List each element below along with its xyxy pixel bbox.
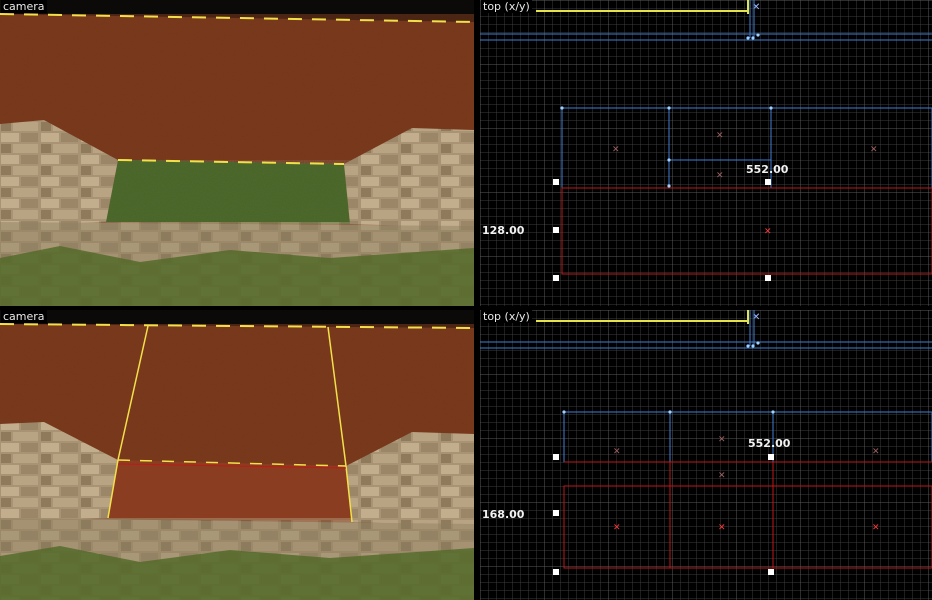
svg-text:✕: ✕ [870, 145, 878, 155]
viewport-label: camera [1, 310, 47, 323]
viewport-label: top (x/y) [481, 310, 532, 323]
viewport-splitter-vertical[interactable] [474, 0, 480, 600]
svg-text:✕: ✕ [613, 447, 621, 457]
dimension-height-label: 128.00 [482, 224, 525, 237]
dimension-width-label: 552.00 [748, 437, 791, 450]
handle [553, 510, 559, 516]
svg-text:✕: ✕ [718, 435, 726, 445]
svg-text:✕: ✕ [872, 523, 880, 533]
svg-text:✕: ✕ [612, 145, 620, 155]
viewport-label: top (x/y) [481, 0, 532, 13]
svg-text:✕: ✕ [752, 312, 760, 323]
viewport-splitter-horizontal[interactable] [0, 306, 932, 310]
svg-text:✕: ✕ [718, 523, 726, 533]
camera-viewport-2[interactable]: camera [0, 310, 474, 600]
handle [553, 454, 559, 460]
svg-text:✕: ✕ [613, 523, 621, 533]
svg-text:✕: ✕ [872, 447, 880, 457]
raised-patch [108, 460, 352, 522]
top-viewport-1[interactable]: top (x/y) ✕ ✕ ✕ ✕ ✕ ✕ 552.00 128.00 [480, 0, 932, 306]
moss [0, 546, 474, 600]
svg-text:✕: ✕ [716, 171, 724, 181]
camera-scene-2 [0, 323, 474, 600]
svg-text:✕: ✕ [718, 471, 726, 481]
moss [0, 246, 474, 306]
handle [553, 569, 559, 575]
handle [768, 454, 774, 460]
camera-viewport-1[interactable]: camera [0, 0, 474, 306]
camera-scene-1 [0, 13, 474, 306]
handle [553, 179, 559, 185]
dimension-width-label: 552.00 [746, 163, 789, 176]
handle [765, 275, 771, 281]
svg-text:✕: ✕ [764, 227, 772, 237]
handle [553, 227, 559, 233]
viewport-label: camera [1, 0, 47, 13]
handle [768, 569, 774, 575]
top-grid-1: ✕ ✕ ✕ ✕ ✕ ✕ 552.00 128.00 [480, 0, 932, 306]
svg-text:✕: ✕ [716, 131, 724, 141]
handle [765, 179, 771, 185]
dimension-height-label: 168.00 [482, 508, 525, 521]
svg-text:✕: ✕ [752, 2, 760, 13]
top-viewport-2[interactable]: top (x/y) ✕ ✕ ✕ ✕ ✕ ✕ ✕ ✕ 552.00 168.00 [480, 310, 932, 600]
top-grid-2: ✕ ✕ ✕ ✕ ✕ ✕ ✕ ✕ 552.00 168.00 [480, 310, 932, 600]
handle [553, 275, 559, 281]
